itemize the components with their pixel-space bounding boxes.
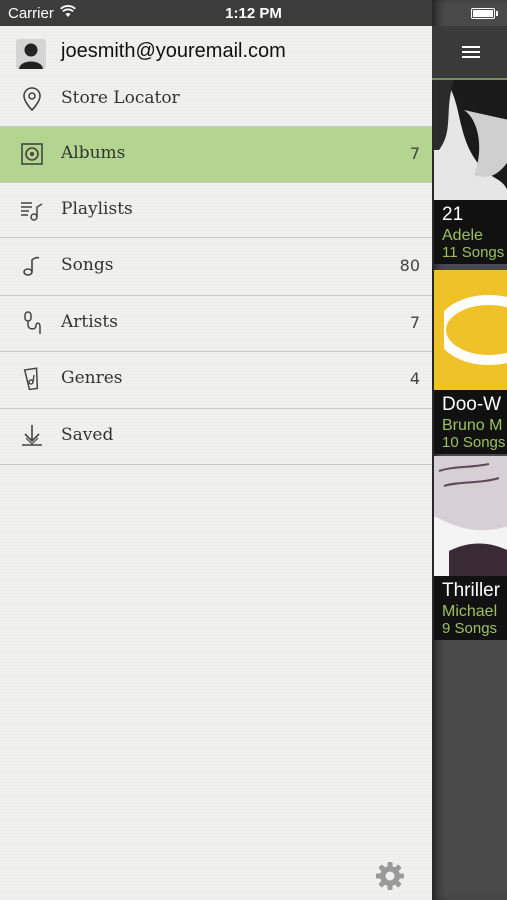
menu-hamburger-icon[interactable] <box>462 46 480 59</box>
artist-microphone-icon <box>24 311 41 334</box>
album-song-count: 11 Songs <box>442 244 505 261</box>
menu-item-playlists[interactable]: Playlists <box>0 183 432 238</box>
menu-item-label: Playlists <box>61 199 133 219</box>
menu-item-count: 7 <box>409 144 420 163</box>
battery-icon <box>471 8 498 19</box>
music-note-icon <box>23 256 40 276</box>
settings-gear-icon[interactable] <box>374 860 406 892</box>
albums-content-panel: 21 Adele 11 Songs Doo-W Bruno M 10 Songs… <box>432 0 507 900</box>
menu-item-albums[interactable]: Albums 7 <box>0 127 432 183</box>
album-tile[interactable]: Thriller Michael 9 Songs <box>434 456 507 640</box>
album-tile[interactable]: 21 Adele 11 Songs <box>434 80 507 264</box>
nav-bar <box>432 26 507 80</box>
album-artist: Bruno M <box>442 417 503 434</box>
album-song-count: 10 Songs <box>442 434 506 451</box>
menu-item-label: Artists <box>61 312 118 332</box>
album-art-bruno <box>434 270 507 390</box>
menu-item-saved[interactable]: Saved <box>0 409 432 465</box>
menu-item-count: 4 <box>409 369 420 388</box>
album-artist: Adele <box>442 227 483 244</box>
menu-item-artists[interactable]: Artists 7 <box>0 296 432 352</box>
status-time: 1:12 PM <box>225 5 282 22</box>
album-artist: Michael <box>442 603 498 620</box>
side-drawer: joesmith@youremail.com Store Locator Alb… <box>0 0 432 900</box>
menu-item-genres[interactable]: Genres 4 <box>0 352 432 409</box>
album-meta: Doo-W Bruno M 10 Songs <box>434 390 507 454</box>
album-meta: 21 Adele 11 Songs <box>434 200 507 264</box>
album-art-thriller <box>434 456 507 576</box>
menu-item-count: 80 <box>399 256 420 275</box>
album-meta: Thriller Michael 9 Songs <box>434 576 507 640</box>
menu-item-songs[interactable]: Songs 80 <box>0 239 432 296</box>
avatar-icon <box>16 39 46 69</box>
menu-item-label: Saved <box>61 425 114 445</box>
menu-item-label: Store Locator <box>61 88 180 108</box>
menu-item-label: Songs <box>61 255 114 275</box>
playlist-icon <box>21 202 43 221</box>
album-icon <box>21 143 43 165</box>
genre-tag-icon <box>23 367 39 391</box>
album-title: Doo-W <box>442 394 502 415</box>
menu-item-store-locator[interactable]: Store Locator <box>0 72 432 127</box>
menu-item-label: Genres <box>61 368 123 388</box>
location-pin-icon <box>23 87 41 112</box>
download-icon <box>22 425 42 446</box>
album-title: Thriller <box>442 580 501 601</box>
menu-item-count: 7 <box>409 313 420 332</box>
album-title: 21 <box>442 204 464 225</box>
user-account-row[interactable]: joesmith@youremail.com <box>0 26 432 72</box>
status-bar: Carrier 1:12 PM <box>0 0 507 26</box>
album-art-adele <box>434 80 507 200</box>
album-tile[interactable]: Doo-W Bruno M 10 Songs <box>434 270 507 454</box>
user-email: joesmith@youremail.com <box>61 40 286 62</box>
menu-item-label: Albums <box>61 143 126 163</box>
album-song-count: 9 Songs <box>442 620 498 637</box>
